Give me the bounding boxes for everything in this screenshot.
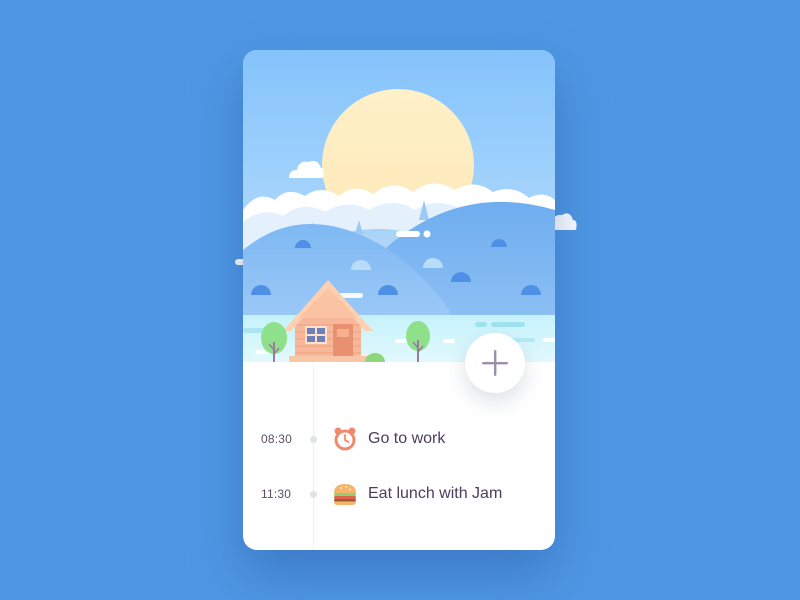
timeline-event[interactable]: 11:30 Eat lunch with Jam (243, 479, 555, 509)
timeline-dot (310, 491, 317, 498)
timeline-event[interactable]: 08:30 Go to work (243, 424, 555, 454)
event-time: 08:30 (261, 432, 293, 446)
add-event-button[interactable] (465, 333, 525, 393)
timeline-line (313, 362, 314, 550)
landscape-illustration (243, 50, 555, 362)
plus-icon (482, 350, 508, 376)
timeline-dot (310, 436, 317, 443)
burger-icon (332, 481, 358, 507)
event-title: Eat lunch with Jam (368, 485, 503, 502)
event-time: 11:30 (261, 487, 292, 501)
event-title: Go to work (368, 430, 446, 447)
schedule-card: 08:30 Go to work 11:30 Eat lunch with Ja… (243, 50, 555, 550)
alarm-clock-icon (332, 426, 358, 452)
